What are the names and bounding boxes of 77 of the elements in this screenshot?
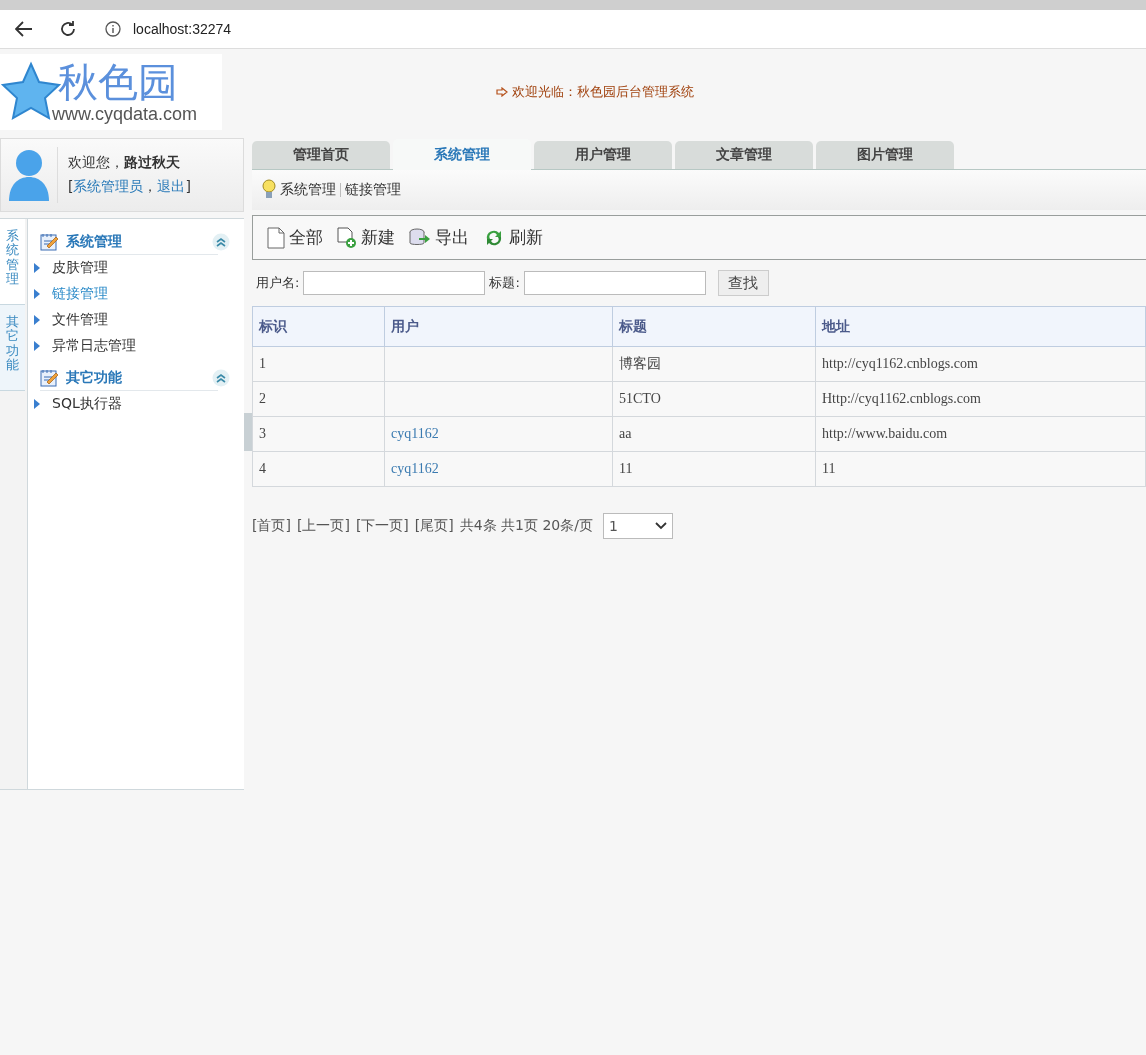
tab[interactable]: 图片管理 (816, 141, 954, 169)
separator-text: ， (143, 178, 158, 194)
field-label: 标题: (489, 274, 520, 292)
tab[interactable]: 用户管理 (534, 141, 672, 169)
breadcrumb-item[interactable]: 系统管理 (280, 181, 336, 199)
table-cell: 11 (612, 451, 816, 487)
breadcrumb-item[interactable]: 链接管理 (345, 181, 401, 199)
notepad-icon (40, 233, 60, 251)
tab[interactable]: 文章管理 (675, 141, 813, 169)
splitter-handle[interactable] (244, 413, 252, 451)
bracket-text: ] (185, 178, 191, 194)
table-cell: http://cyq1162.cnblogs.com (815, 346, 1146, 382)
toolbar-button[interactable]: 全部 (267, 226, 329, 249)
user-link[interactable]: cyq1162 (391, 461, 439, 476)
table-cell: 1 (252, 346, 385, 382)
search-button[interactable]: 查找 (717, 270, 769, 296)
role-link[interactable]: 系统管理员 (73, 178, 144, 194)
side-tab[interactable]: 其它功能 (0, 305, 25, 392)
menu-item[interactable]: 文件管理 (52, 311, 108, 329)
menu-group-title[interactable]: 系统管理 (66, 233, 206, 251)
logout-link[interactable]: 退出 (157, 178, 186, 194)
toolbar-button[interactable]: 导出 (409, 226, 475, 249)
collapse-icon[interactable] (212, 369, 230, 387)
caret-icon (655, 522, 667, 530)
column-header: 标识 (252, 306, 385, 347)
collapse-icon[interactable] (212, 233, 230, 251)
table-cell: 11 (815, 451, 1146, 487)
document-icon (267, 226, 285, 249)
page-select[interactable]: 1 (603, 513, 673, 539)
table-cell: 51CTO (612, 381, 816, 417)
back-icon[interactable] (15, 21, 33, 37)
column-header: 用户 (384, 306, 613, 347)
input-field[interactable] (303, 271, 486, 295)
user-name: 路过秋天 (124, 154, 180, 170)
pager-summary: 共4条 共1页 20条/页 (459, 517, 593, 535)
column-header: 地址 (815, 306, 1146, 347)
bullet-icon (34, 263, 40, 273)
pager-link[interactable]: [首页] (252, 517, 291, 535)
arrow-icon (496, 87, 508, 97)
toolbar-button[interactable]: 新建 (337, 226, 401, 249)
info-icon[interactable] (105, 21, 121, 37)
bullet-icon (34, 399, 40, 409)
toolbar-button[interactable]: 刷新 (483, 226, 549, 249)
input-field[interactable] (523, 271, 706, 295)
table-cell: Http://cyq1162.cnblogs.com (815, 381, 1146, 417)
menu-item[interactable]: 异常日志管理 (52, 337, 136, 355)
menu-item[interactable]: SQL执行器 (52, 395, 122, 413)
bullet-icon (34, 289, 40, 299)
pager-link[interactable]: [尾页] (414, 517, 454, 535)
pager-link[interactable]: [上一页] (296, 517, 350, 535)
export-icon (409, 227, 431, 248)
user-link[interactable]: cyq1162 (391, 426, 439, 441)
menu-group-title[interactable]: 其它功能 (66, 369, 206, 387)
table-cell: 3 (252, 416, 385, 452)
tab[interactable]: 管理首页 (252, 141, 390, 169)
menu-item[interactable]: 皮肤管理 (52, 259, 108, 277)
table-cell: 博客园 (612, 346, 816, 382)
bullet-icon (34, 341, 40, 351)
greeting-text: 欢迎您， (68, 154, 124, 170)
reload-icon[interactable] (59, 20, 77, 38)
user-avatar-icon (7, 147, 58, 203)
field-label: 用户名: (256, 274, 300, 292)
table-cell: 4 (252, 451, 385, 487)
welcome-text: 欢迎光临：秋色园后台管理系统 (512, 83, 694, 101)
notepad-icon (40, 369, 60, 387)
table-cell: aa (612, 416, 816, 452)
bullet-icon (34, 315, 40, 325)
lightbulb-icon (262, 179, 276, 201)
bracket-text: [ (68, 178, 74, 194)
logo: 秋色园 www.cyqdata.com (0, 54, 222, 130)
pager-link[interactable]: [下一页] (355, 517, 409, 535)
table-cell: http://www.baidu.com (815, 416, 1146, 452)
table-cell: 2 (252, 381, 385, 417)
column-header: 标题 (612, 306, 816, 347)
add-document-icon (337, 226, 357, 249)
menu-item[interactable]: 链接管理 (52, 285, 108, 303)
side-tab[interactable]: 系统管理 (0, 219, 25, 306)
